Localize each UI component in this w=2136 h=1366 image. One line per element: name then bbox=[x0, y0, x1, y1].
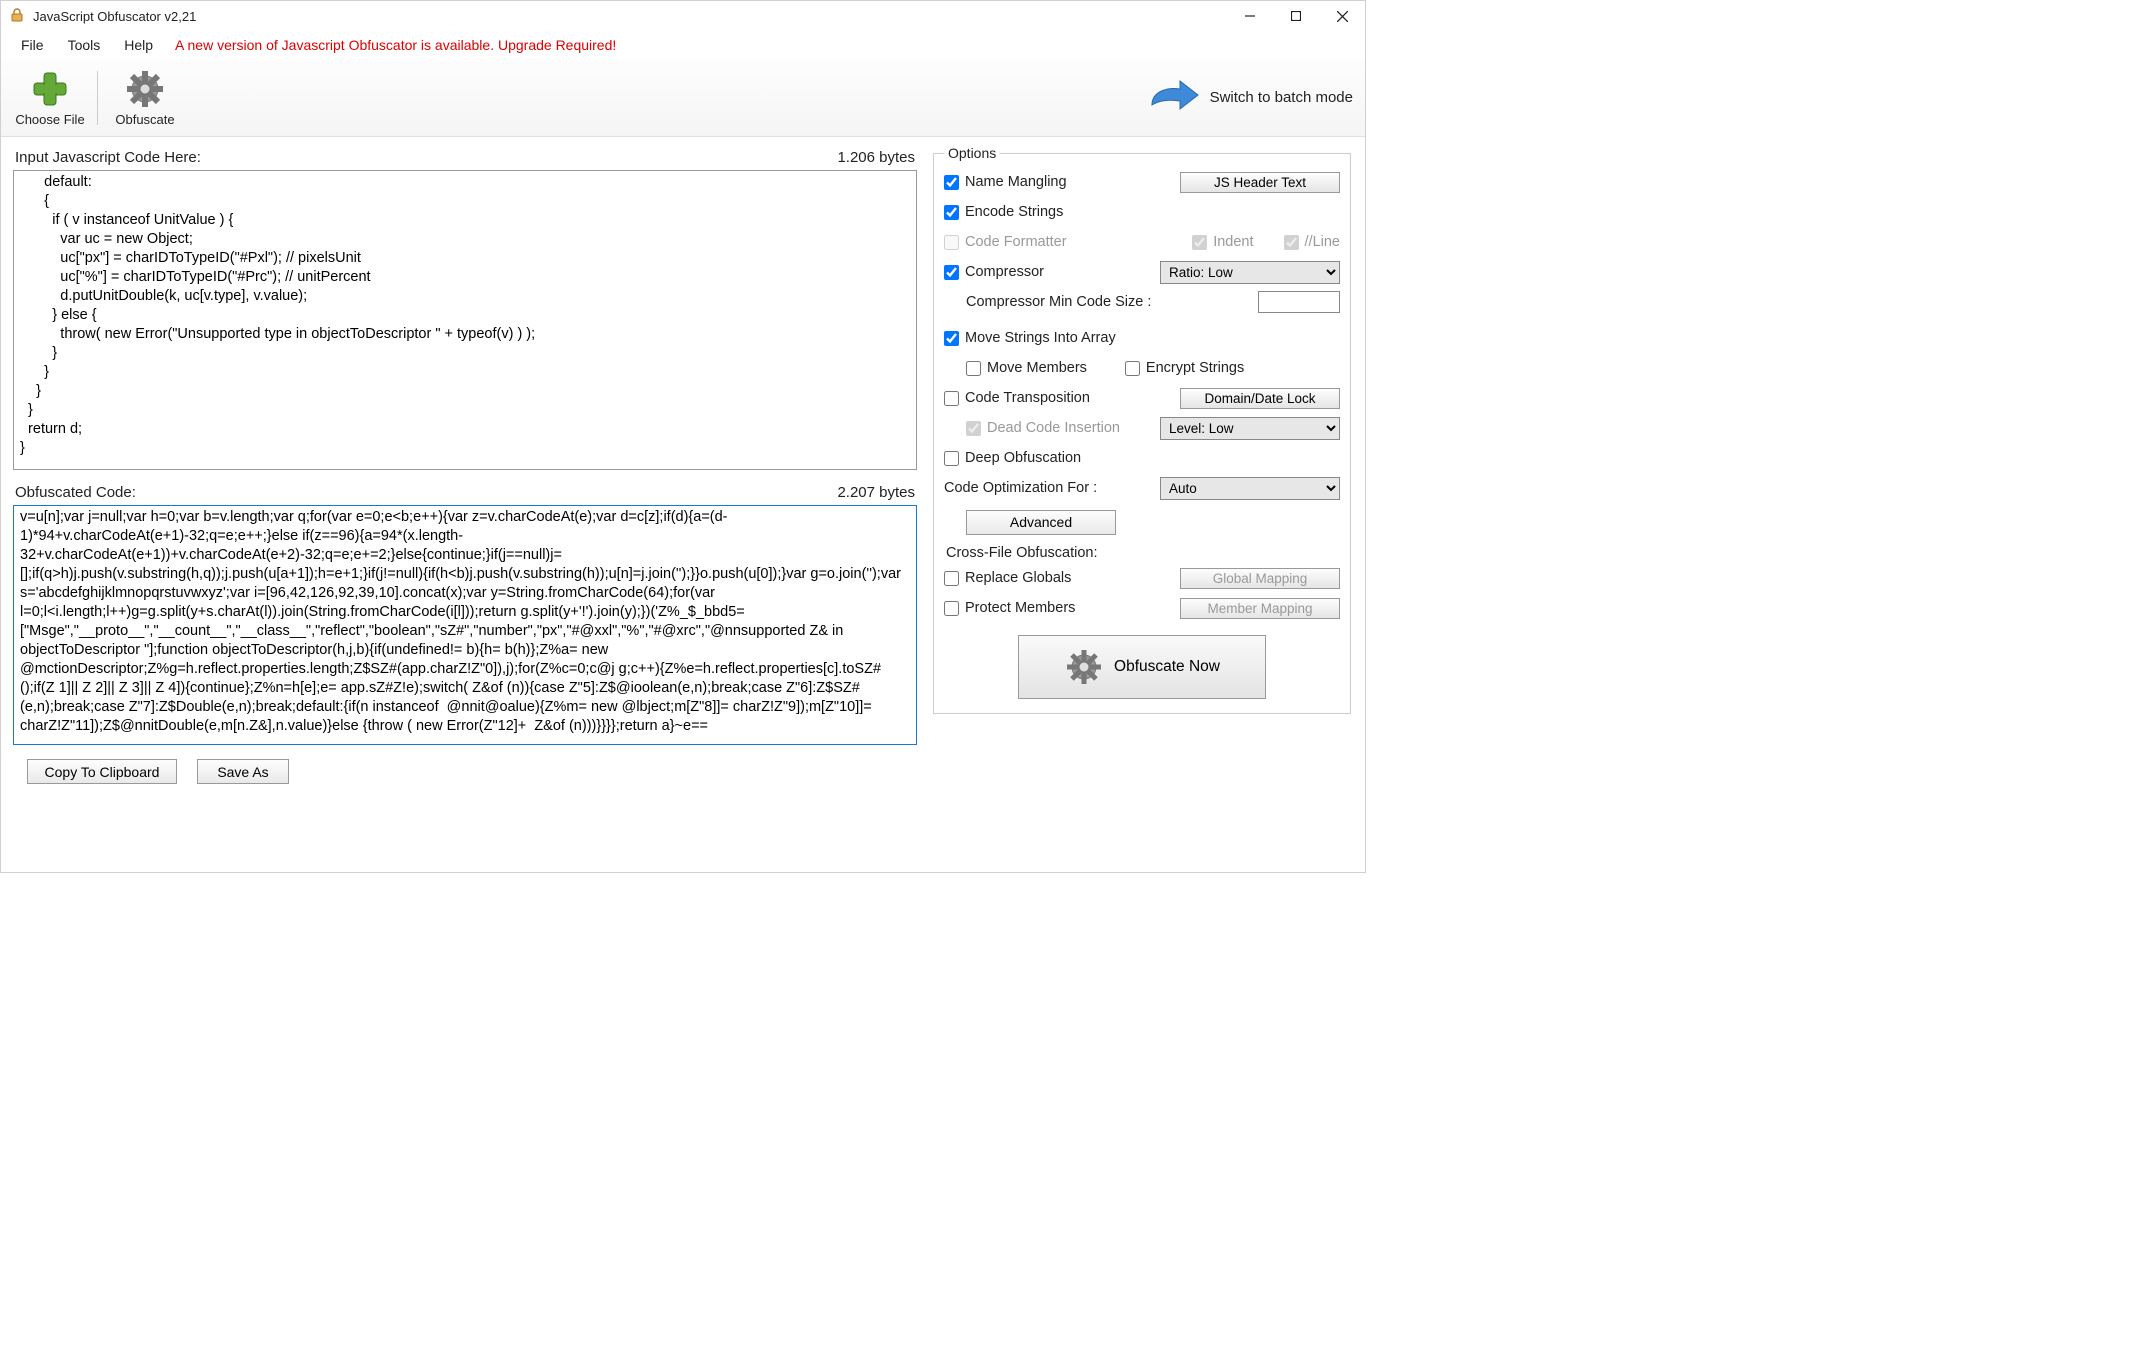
options-legend: Options bbox=[944, 145, 1000, 161]
move-members-checkbox[interactable] bbox=[966, 361, 981, 376]
member-mapping-button: Member Mapping bbox=[1180, 598, 1340, 619]
code-opt-label: Code Optimization For : bbox=[944, 480, 1097, 496]
output-code[interactable] bbox=[13, 505, 917, 745]
obfuscate-button[interactable]: Obfuscate bbox=[108, 63, 182, 133]
indent-checkbox bbox=[1192, 235, 1207, 250]
line-checkbox bbox=[1284, 235, 1299, 250]
output-bytes: 2.207 bytes bbox=[837, 484, 915, 501]
js-header-button[interactable]: JS Header Text bbox=[1180, 172, 1340, 193]
obfuscate-now-button[interactable]: Obfuscate Now bbox=[1018, 635, 1266, 699]
name-mangling-label: Name Mangling bbox=[965, 174, 1067, 190]
comp-min-input[interactable] bbox=[1258, 291, 1340, 313]
maximize-button[interactable] bbox=[1273, 1, 1319, 31]
move-strings-label: Move Strings Into Array bbox=[965, 330, 1116, 346]
dead-code-checkbox bbox=[966, 421, 981, 436]
line-label: //Line bbox=[1305, 234, 1340, 250]
encrypt-strings-label: Encrypt Strings bbox=[1146, 360, 1244, 376]
minimize-button[interactable] bbox=[1227, 1, 1273, 31]
code-transposition-checkbox[interactable] bbox=[944, 391, 959, 406]
encrypt-strings-checkbox[interactable] bbox=[1125, 361, 1140, 376]
obfuscate-label: Obfuscate bbox=[115, 112, 174, 127]
code-formatter-checkbox bbox=[944, 235, 959, 250]
gear-icon bbox=[1064, 647, 1104, 687]
encode-strings-label: Encode Strings bbox=[965, 204, 1063, 220]
input-code[interactable] bbox=[13, 170, 917, 470]
close-button[interactable] bbox=[1319, 1, 1365, 31]
compressor-ratio-select[interactable]: Ratio: Low bbox=[1160, 261, 1340, 284]
menu-file[interactable]: File bbox=[9, 33, 56, 57]
compressor-checkbox[interactable] bbox=[944, 265, 959, 280]
replace-globals-checkbox[interactable] bbox=[944, 571, 959, 586]
protect-members-label: Protect Members bbox=[965, 600, 1075, 616]
obfuscate-now-label: Obfuscate Now bbox=[1114, 658, 1220, 676]
advanced-button[interactable]: Advanced bbox=[966, 510, 1116, 535]
menu-help[interactable]: Help bbox=[112, 33, 165, 57]
move-members-label: Move Members bbox=[987, 360, 1087, 376]
code-opt-select[interactable]: Auto bbox=[1160, 477, 1340, 500]
dead-code-label: Dead Code Insertion bbox=[987, 420, 1120, 436]
upgrade-message[interactable]: A new version of Javascript Obfuscator i… bbox=[165, 37, 616, 53]
window-title: JavaScript Obfuscator v2,21 bbox=[25, 9, 196, 24]
menu-tools[interactable]: Tools bbox=[56, 33, 113, 57]
plus-icon bbox=[29, 68, 71, 110]
switch-batch-button[interactable]: Switch to batch mode bbox=[1146, 79, 1353, 117]
copy-clipboard-button[interactable]: Copy To Clipboard bbox=[27, 759, 177, 784]
input-label: Input Javascript Code Here: bbox=[15, 149, 201, 166]
replace-globals-label: Replace Globals bbox=[965, 570, 1071, 586]
comp-min-label: Compressor Min Code Size : bbox=[966, 294, 1151, 310]
move-strings-checkbox[interactable] bbox=[944, 331, 959, 346]
toolbar-separator bbox=[97, 71, 98, 125]
input-bytes: 1.206 bytes bbox=[837, 149, 915, 166]
protect-members-checkbox[interactable] bbox=[944, 601, 959, 616]
domain-date-button[interactable]: Domain/Date Lock bbox=[1180, 388, 1340, 409]
deep-obfuscation-label: Deep Obfuscation bbox=[965, 450, 1081, 466]
compressor-label: Compressor bbox=[965, 264, 1044, 280]
code-transposition-label: Code Transposition bbox=[965, 390, 1090, 406]
output-label: Obfuscated Code: bbox=[15, 484, 136, 501]
save-as-button[interactable]: Save As bbox=[197, 759, 289, 784]
app-icon bbox=[9, 7, 25, 26]
indent-label: Indent bbox=[1213, 234, 1253, 250]
level-select[interactable]: Level: Low bbox=[1160, 417, 1340, 440]
cross-file-label: Cross-File Obfuscation: bbox=[944, 537, 1340, 563]
choose-file-button[interactable]: Choose File bbox=[13, 63, 87, 133]
gear-icon bbox=[124, 68, 166, 110]
encode-strings-checkbox[interactable] bbox=[944, 205, 959, 220]
switch-batch-label: Switch to batch mode bbox=[1210, 89, 1353, 106]
code-formatter-label: Code Formatter bbox=[965, 234, 1067, 250]
choose-file-label: Choose File bbox=[15, 112, 84, 127]
arrow-icon bbox=[1146, 79, 1202, 117]
name-mangling-checkbox[interactable] bbox=[944, 175, 959, 190]
global-mapping-button: Global Mapping bbox=[1180, 568, 1340, 589]
deep-obfuscation-checkbox[interactable] bbox=[944, 451, 959, 466]
